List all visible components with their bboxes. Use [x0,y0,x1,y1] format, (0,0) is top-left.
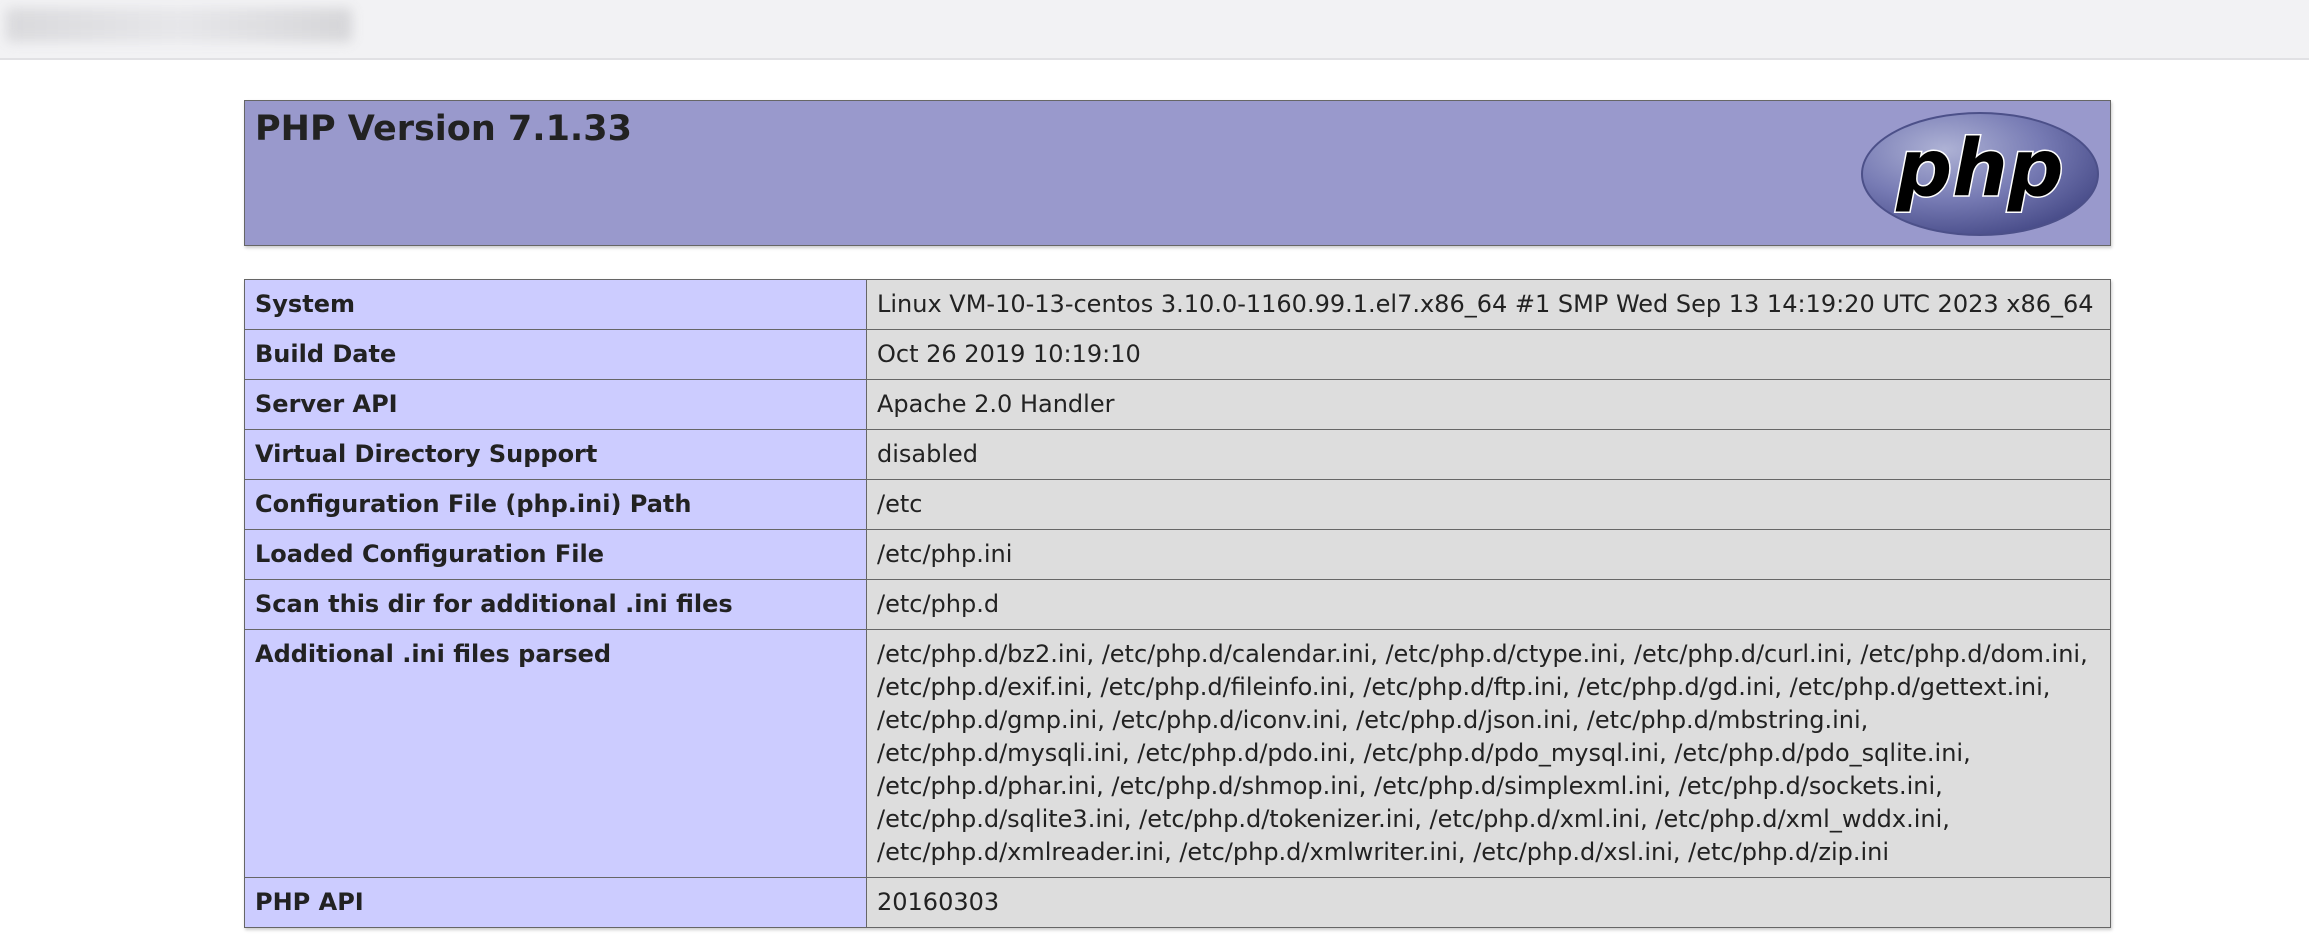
row-key: Loaded Configuration File [244,529,867,580]
phpinfo-container: PHP Version 7.1.33 php System Linux VM-10… [244,100,2111,928]
table-row: Build Date Oct 26 2019 10:19:10 [244,329,2111,380]
row-key: PHP API [244,877,867,928]
row-value: /etc/php.d/bz2.ini, /etc/php.d/calendar.… [866,629,2111,878]
php-logo-icon[interactable]: php [1860,111,2100,237]
browser-toolbar [0,0,2309,60]
info-table: System Linux VM-10-13-centos 3.10.0-1160.… [244,279,2111,928]
table-row: Virtual Directory Support disabled [244,429,2111,480]
row-key: System [244,279,867,330]
phpinfo-header: PHP Version 7.1.33 php [244,100,2111,246]
row-key: Scan this dir for additional .ini files [244,579,867,630]
row-value: /etc/php.ini [866,529,2111,580]
row-value: /etc/php.d [866,579,2111,630]
row-value: Linux VM-10-13-centos 3.10.0-1160.99.1.e… [866,279,2111,330]
row-value: disabled [866,429,2111,480]
table-row: Configuration File (php.ini) Path/etc [244,479,2111,530]
page-title: PHP Version 7.1.33 [255,109,632,149]
table-row: Loaded Configuration File/etc/php.ini [244,529,2111,580]
row-value: 20160303 [866,877,2111,928]
logo-text: php [1895,124,2063,214]
table-row: Scan this dir for additional .ini files /… [244,579,2111,630]
table-row: System Linux VM-10-13-centos 3.10.0-1160.… [244,279,2111,330]
row-key: Server API [244,379,867,430]
row-key: Build Date [244,329,867,380]
table-row: Additional .ini files parsed/etc/php.d/b… [244,629,2111,878]
row-key: Virtual Directory Support [244,429,867,480]
row-value: Oct 26 2019 10:19:10 [866,329,2111,380]
row-value: Apache 2.0 Handler [866,379,2111,430]
table-row: Server API Apache 2.0 Handler [244,379,2111,430]
table-row: PHP API 20160303 [244,877,2111,928]
address-bar-blurred[interactable] [6,8,352,42]
row-key: Configuration File (php.ini) Path [244,479,867,530]
row-value: /etc [866,479,2111,530]
row-key: Additional .ini files parsed [244,629,867,878]
